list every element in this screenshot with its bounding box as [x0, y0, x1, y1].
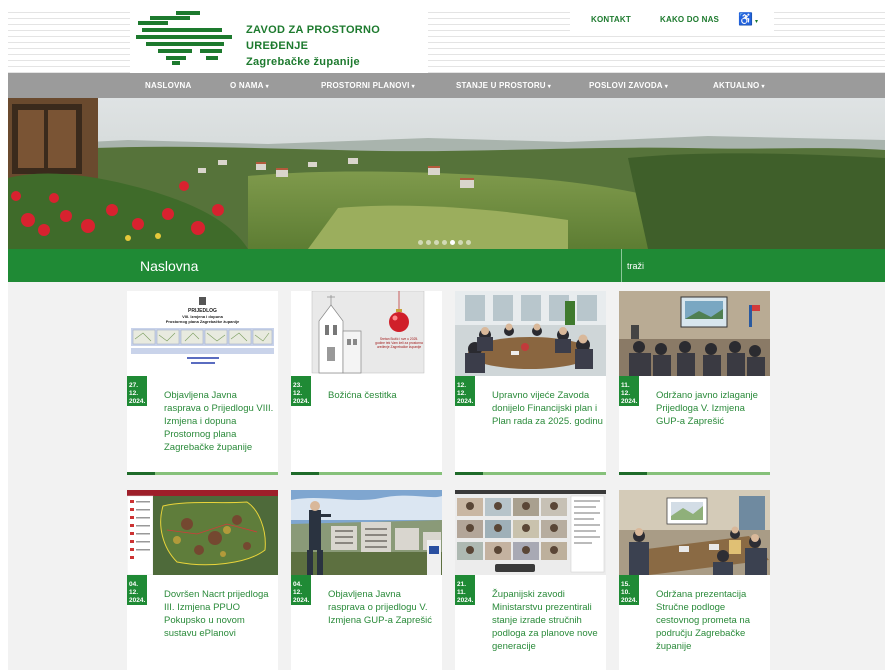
chevron-down-icon: ▾: [265, 84, 269, 90]
news-date: 11. 12. 2024.: [619, 376, 639, 406]
news-thumbnail: [619, 490, 770, 575]
news-card[interactable]: 04. 12. 2024. Dovršen Nacrt prijedloga II…: [127, 490, 278, 670]
nav-item-spatial-state[interactable]: STANJE U PROSTORU ▾: [456, 81, 551, 90]
news-card[interactable]: 15. 10. 2024. Održana prezentacija Stručn…: [619, 490, 770, 670]
news-date-day: 04. 12.: [129, 581, 139, 596]
carousel-dot[interactable]: [426, 240, 431, 245]
chevron-down-icon: ▾: [664, 84, 668, 90]
carousel-dot[interactable]: [466, 240, 471, 245]
site-logo[interactable]: ZAVOD ZA PROSTORNO UREĐENJE Zagrebačke ž…: [130, 7, 428, 73]
nav-label: PROSTORNI PLANOVI: [321, 81, 410, 90]
news-title[interactable]: Upravno vijeće Zavoda donijelo Financijs…: [492, 389, 604, 428]
news-date: 12. 12. 2024.: [455, 376, 475, 406]
main-navigation: NASLOVNA O NAMA ▾ PROSTORNI PLANOVI ▾ STAN…: [8, 73, 885, 98]
news-date-year: 2024.: [621, 597, 638, 604]
thumb-greeting: Sretan Božić i sve u 2025. godine tek Va…: [375, 337, 423, 349]
carousel-dot[interactable]: [458, 240, 463, 245]
card-accent-bar: [127, 472, 278, 475]
nav-item-home[interactable]: NASLOVNA: [145, 81, 192, 90]
thumb-heading3: Prostornog plana Zagrebačke županije: [166, 319, 240, 324]
nav-item-spatial-plans[interactable]: PROSTORNI PLANOVI ▾: [321, 81, 415, 90]
nav-item-news[interactable]: AKTUALNO ▾: [713, 81, 765, 90]
news-date-year: 2024.: [129, 398, 146, 405]
news-date-year: 2024.: [129, 597, 146, 604]
news-card[interactable]: PRIJEDLOG VIII. Izmjena i dopuna Prostor…: [127, 291, 278, 475]
news-date-year: 2024.: [457, 597, 474, 604]
nav-label: NASLOVNA: [145, 81, 192, 90]
news-date-year: 2024.: [457, 398, 474, 405]
accessibility-glyph: ♿: [738, 12, 753, 26]
site-name-line2: Zagrebačke županije: [246, 56, 360, 68]
page-title-bar: Naslovna: [8, 249, 885, 282]
news-card[interactable]: 04. 12. 2024. Objavljena Javna rasprava o…: [291, 490, 442, 670]
logo-map-icon: [136, 11, 232, 65]
news-date-year: 2024.: [621, 398, 638, 405]
news-title[interactable]: Održano javno izlaganje Prijedloga V. Iz…: [656, 389, 768, 428]
news-title[interactable]: Dovršen Nacrt prijedloga III. Izmjena PP…: [164, 588, 276, 640]
site-header: ZAVOD ZA PROSTORNO UREĐENJE Zagrebačke ž…: [8, 7, 885, 73]
chevron-down-icon: ▾: [754, 19, 758, 25]
news-thumbnail: [619, 291, 770, 376]
accessibility-icon[interactable]: ♿ ▾: [738, 12, 758, 26]
news-date-day: 04. 12.: [293, 581, 303, 596]
carousel-dot[interactable]: [418, 240, 423, 245]
news-title[interactable]: Objavljena Javna rasprava o Prijedlogu V…: [164, 389, 276, 454]
news-date: 27. 12. 2024.: [127, 376, 147, 406]
news-date: 04. 12. 2024.: [127, 575, 147, 605]
news-card[interactable]: 12. 12. 2024. Upravno vijeće Zavoda donij…: [455, 291, 606, 475]
news-thumbnail: [455, 490, 606, 575]
news-date: 21. 11. 2024.: [455, 575, 475, 605]
chevron-down-icon: ▾: [761, 84, 765, 90]
search-input[interactable]: [627, 259, 867, 273]
news-date: 23. 12. 2024.: [291, 376, 311, 406]
hero-landscape-image: [8, 98, 885, 249]
news-date-day: 27. 12.: [129, 382, 139, 397]
news-thumbnail: [127, 490, 278, 575]
browser-viewport: ZAVOD ZA PROSTORNO UREĐENJE Zagrebačke ž…: [8, 7, 885, 670]
top-links: KONTAKT KAKO DO NAS ♿ ▾: [570, 7, 774, 33]
news-date-year: 2024.: [293, 398, 310, 405]
news-card[interactable]: 11. 12. 2024. Održano javno izlaganje Pri…: [619, 291, 770, 475]
card-accent-bar: [291, 472, 442, 475]
carousel-dot[interactable]: [442, 240, 447, 245]
chevron-down-icon: ▾: [411, 84, 415, 90]
chevron-down-icon: ▾: [547, 84, 552, 90]
news-date-day: 11. 12.: [621, 382, 631, 397]
news-date-year: 2024.: [293, 597, 310, 604]
news-date-day: 15. 10.: [621, 581, 631, 596]
card-accent-bar: [455, 472, 606, 475]
site-name: ZAVOD ZA PROSTORNO UREĐENJE Zagrebačke ž…: [246, 22, 428, 70]
news-thumbnail: PRIJEDLOG VIII. Izmjena i dopuna Prostor…: [127, 291, 278, 376]
news-thumbnail: Sretan Božić i sve u 2025. godine tek Va…: [291, 291, 442, 376]
directions-link[interactable]: KAKO DO NAS: [660, 15, 719, 24]
news-card[interactable]: 21. 11. 2024. Županijski zavodi Ministars…: [455, 490, 606, 670]
nav-label: STANJE U PROSTORU: [456, 81, 546, 90]
contact-link[interactable]: KONTAKT: [591, 15, 631, 24]
news-date: 04. 12. 2024.: [291, 575, 311, 605]
nav-item-about[interactable]: O NAMA ▾: [230, 81, 269, 90]
carousel-indicators: [418, 232, 474, 249]
news-title[interactable]: Županijski zavodi Ministarstvu prezentir…: [492, 588, 604, 653]
carousel-dot-active[interactable]: [450, 240, 455, 245]
news-title[interactable]: Održana prezentacija Stručne podloge ces…: [656, 588, 768, 653]
news-date: 15. 10. 2024.: [619, 575, 639, 605]
nav-item-institute-work[interactable]: POSLOVI ZAVODA ▾: [589, 81, 668, 90]
page-title: Naslovna: [140, 258, 199, 274]
card-accent-bar: [619, 472, 770, 475]
news-date-day: 23. 12.: [293, 382, 303, 397]
site-name-line1: ZAVOD ZA PROSTORNO UREĐENJE: [246, 24, 381, 52]
nav-label: POSLOVI ZAVODA: [589, 81, 663, 90]
search-box: [621, 249, 885, 282]
news-thumbnail: [291, 490, 442, 575]
news-title[interactable]: Objavljena Javna rasprava o prijedlogu V…: [328, 588, 440, 627]
news-card[interactable]: Sretan Božić i sve u 2025. godine tek Va…: [291, 291, 442, 475]
news-title[interactable]: Božićna čestitka: [328, 389, 440, 402]
news-date-day: 21. 11.: [457, 581, 467, 596]
carousel-dot[interactable]: [434, 240, 439, 245]
nav-label: O NAMA: [230, 81, 264, 90]
news-thumbnail: [455, 291, 606, 376]
news-date-day: 12. 12.: [457, 382, 467, 397]
hero-carousel[interactable]: [8, 98, 885, 249]
nav-label: AKTUALNO: [713, 81, 760, 90]
